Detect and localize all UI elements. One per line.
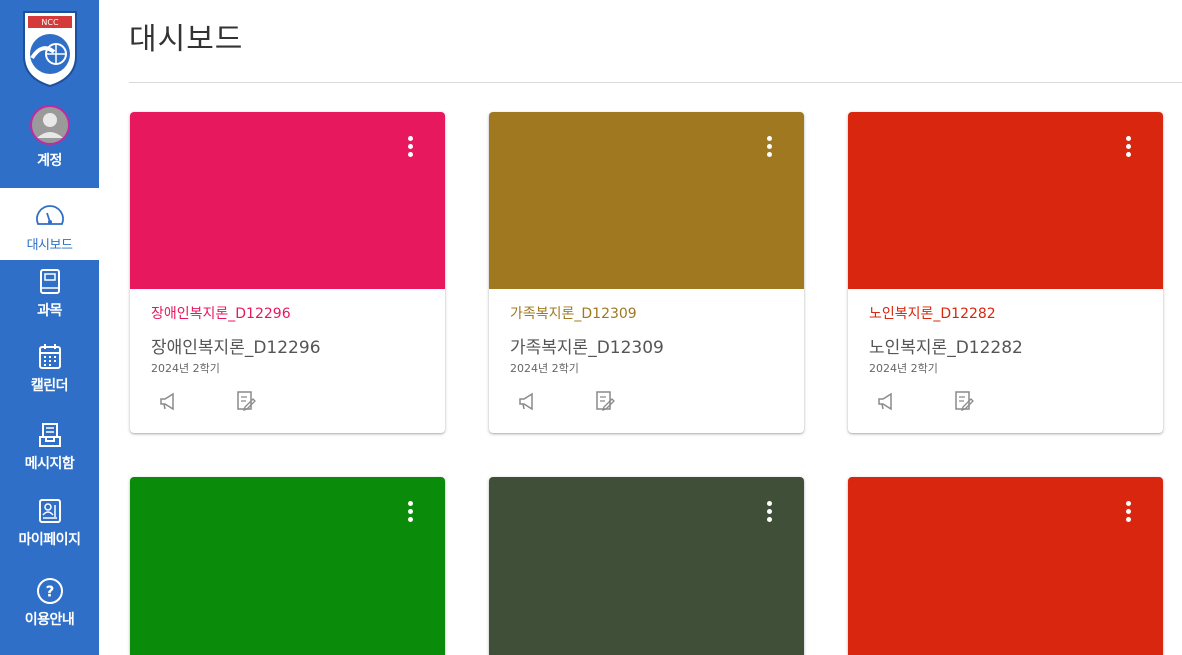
announcements-icon[interactable] [516,390,538,412]
inbox-icon [38,423,61,447]
assignments-icon[interactable] [235,390,257,412]
course-card-subtitle: 노인복지론_D12282 [869,338,1023,358]
course-card-term: 2024년 2학기 [151,362,220,375]
nav-dashboard[interactable]: 대시보드 [0,188,99,260]
nav-courses[interactable]: 과목 [0,268,99,332]
nav-courses-label: 과목 [37,303,62,319]
course-card-hero[interactable] [848,477,1163,655]
svg-text:?: ? [45,583,54,601]
mypage-icon [38,499,61,523]
school-logo[interactable]: NCC [18,8,82,88]
course-card-hero[interactable] [130,477,445,655]
course-card-hero[interactable] [848,112,1163,289]
nav-inbox-label: 메시지함 [24,456,75,472]
announcements-icon[interactable] [875,390,897,412]
course-card-term: 2024년 2학기 [510,362,579,375]
assignments-icon[interactable] [594,390,616,412]
course-card-title[interactable]: 노인복지론_D12282 [869,303,1142,323]
avatar [29,105,70,145]
nav-calendar-label: 캘린더 [30,378,69,394]
page-header: 대시보드 [129,0,1182,83]
course-card-title[interactable]: 가족복지론_D12309 [510,303,783,323]
dashboard-gauge-icon [35,205,64,225]
nav-account[interactable]: 계정 [0,104,99,188]
global-nav-sidebar: NCC 계정 대시보드 과목 캘린더 메시지함 마이페이지 ? 이용안내 [0,0,99,655]
nav-dashboard-label: 대시보드 [26,238,73,253]
course-card-hero[interactable] [489,477,804,655]
logo-text: NCC [41,18,59,27]
nav-mypage-label: 마이페이지 [18,532,81,548]
course-card-hero[interactable] [130,112,445,289]
help-icon: ? [36,578,63,604]
card-options-icon[interactable] [405,501,415,531]
card-options-icon[interactable] [764,136,774,166]
courses-book-icon [39,269,60,294]
nav-help[interactable]: ? 이용안내 [0,577,99,641]
card-options-icon[interactable] [1123,136,1133,166]
nav-mypage[interactable]: 마이페이지 [0,497,99,561]
nav-inbox[interactable]: 메시지함 [0,421,99,485]
course-card-hero[interactable] [489,112,804,289]
course-card: 가족복지론_D12309 가족복지론_D12309 2024년 2학기 [489,112,804,433]
announcements-icon[interactable] [157,390,179,412]
course-card-title[interactable]: 장애인복지론_D12296 [151,303,424,323]
course-card-subtitle: 장애인복지론_D12296 [151,338,321,358]
course-card [489,477,804,655]
course-card [848,477,1163,655]
course-card: 노인복지론_D12282 노인복지론_D12282 2024년 2학기 [848,112,1163,433]
course-card [130,477,445,655]
card-options-icon[interactable] [1123,501,1133,531]
card-options-icon[interactable] [405,136,415,166]
page-title: 대시보드 [129,22,244,57]
course-card-subtitle: 가족복지론_D12309 [510,338,664,358]
nav-calendar[interactable]: 캘린더 [0,343,99,407]
nav-account-label: 계정 [37,153,62,169]
card-options-icon[interactable] [764,501,774,531]
nav-help-label: 이용안내 [24,612,75,628]
course-card: 장애인복지론_D12296 장애인복지론_D12296 2024년 2학기 [130,112,445,433]
assignments-icon[interactable] [953,390,975,412]
course-card-term: 2024년 2학기 [869,362,938,375]
calendar-icon [38,344,61,369]
